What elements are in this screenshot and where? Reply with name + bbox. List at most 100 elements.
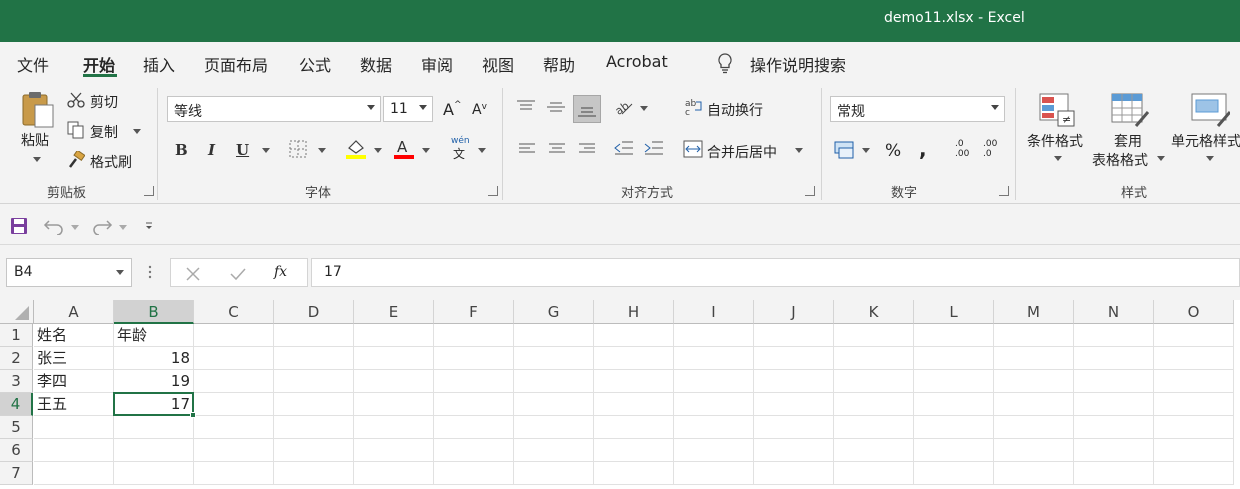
cell-b3[interactable]: 19 [114, 370, 194, 393]
column-header-m[interactable]: M [994, 300, 1074, 324]
row-header-6[interactable]: 6 [0, 439, 33, 462]
cell-a1[interactable]: 姓名 [34, 324, 114, 347]
cell-i2[interactable] [674, 347, 754, 370]
underline-dropdown[interactable] [262, 148, 270, 153]
decrease-indent-icon[interactable] [614, 140, 634, 158]
cell-f3[interactable] [434, 370, 514, 393]
column-header-e[interactable]: E [354, 300, 434, 324]
cell-f4[interactable] [434, 393, 514, 416]
tab-help[interactable]: 帮助 [543, 52, 575, 76]
cell-g4[interactable] [514, 393, 594, 416]
italic-button[interactable]: I [208, 141, 215, 159]
column-header-l[interactable]: L [914, 300, 994, 324]
bold-button[interactable]: B [175, 141, 188, 159]
cell-o1[interactable] [1154, 324, 1234, 347]
cell-b5[interactable] [114, 416, 194, 439]
cell-h2[interactable] [594, 347, 674, 370]
increase-font-size-icon[interactable]: A^ [443, 100, 462, 119]
tab-formulas[interactable]: 公式 [299, 52, 331, 76]
cell-a4[interactable]: 王五 [34, 393, 114, 416]
select-all-corner[interactable] [0, 300, 34, 324]
cell-h7[interactable] [594, 462, 674, 485]
cell-i5[interactable] [674, 416, 754, 439]
formula-input[interactable]: 17 [311, 258, 1240, 287]
cell-j4[interactable] [754, 393, 834, 416]
cell-n1[interactable] [1074, 324, 1154, 347]
format-as-table-button[interactable]: 表格格式 [1092, 150, 1148, 170]
row-header-1[interactable]: 1 [0, 324, 33, 347]
align-top-icon[interactable] [516, 99, 536, 115]
align-bottom-button[interactable] [573, 95, 601, 123]
tab-insert[interactable]: 插入 [143, 52, 175, 76]
cell-k4[interactable] [834, 393, 914, 416]
row-header-5[interactable]: 5 [0, 416, 33, 439]
cell-f6[interactable] [434, 439, 514, 462]
cell-e3[interactable] [354, 370, 434, 393]
row-header-7[interactable]: 7 [0, 462, 33, 485]
align-left-icon[interactable] [518, 142, 536, 156]
cell-m4[interactable] [994, 393, 1074, 416]
cell-n7[interactable] [1074, 462, 1154, 485]
conditional-formatting-dropdown[interactable] [1054, 156, 1062, 161]
cell-e2[interactable] [354, 347, 434, 370]
align-middle-icon[interactable] [546, 99, 566, 115]
cell-l1[interactable] [914, 324, 994, 347]
redo-dropdown[interactable] [119, 225, 127, 230]
font-name-select[interactable]: 等线 [167, 96, 381, 122]
lightbulb-icon[interactable] [716, 52, 734, 74]
cell-e1[interactable] [354, 324, 434, 347]
cell-j2[interactable] [754, 347, 834, 370]
cell-e4[interactable] [354, 393, 434, 416]
decrease-decimal-button[interactable]: .00 .0 [983, 139, 997, 159]
cell-l3[interactable] [914, 370, 994, 393]
cell-e6[interactable] [354, 439, 434, 462]
text-orientation-icon[interactable]: ab [614, 98, 634, 116]
font-size-select[interactable]: 11 [383, 96, 433, 122]
cell-a7[interactable] [34, 462, 114, 485]
cell-d3[interactable] [274, 370, 354, 393]
cell-d5[interactable] [274, 416, 354, 439]
cell-d1[interactable] [274, 324, 354, 347]
number-format-select[interactable]: 常规 [830, 96, 1005, 122]
cell-b2[interactable]: 18 [114, 347, 194, 370]
cell-l7[interactable] [914, 462, 994, 485]
cell-i4[interactable] [674, 393, 754, 416]
phonetic-guide-dropdown[interactable] [478, 148, 486, 153]
column-header-f[interactable]: F [434, 300, 514, 324]
cell-k1[interactable] [834, 324, 914, 347]
paste-dropdown[interactable] [33, 157, 41, 162]
column-header-g[interactable]: G [514, 300, 594, 324]
cell-j3[interactable] [754, 370, 834, 393]
cell-m1[interactable] [994, 324, 1074, 347]
cell-a3[interactable]: 李四 [34, 370, 114, 393]
cell-o3[interactable] [1154, 370, 1234, 393]
cell-j1[interactable] [754, 324, 834, 347]
redo-icon[interactable] [91, 217, 113, 235]
cell-d4[interactable] [274, 393, 354, 416]
accounting-dropdown[interactable] [862, 148, 870, 153]
row-header-4[interactable]: 4 [0, 393, 33, 416]
wrap-text-button[interactable]: 自动换行 [707, 100, 763, 120]
cell-m3[interactable] [994, 370, 1074, 393]
cell-c3[interactable] [194, 370, 274, 393]
worksheet-grid[interactable]: ABCDEFGHIJKLMNO 1234567 姓名 年龄 张三 18 李四 19 王五 17 [0, 300, 1240, 489]
cell-c7[interactable] [194, 462, 274, 485]
increase-decimal-button[interactable]: .0 .00 [955, 139, 969, 159]
cell-g1[interactable] [514, 324, 594, 347]
cell-o7[interactable] [1154, 462, 1234, 485]
cell-b7[interactable] [114, 462, 194, 485]
fill-handle[interactable] [190, 412, 196, 418]
cell-i1[interactable] [674, 324, 754, 347]
cell-i7[interactable] [674, 462, 754, 485]
align-center-icon[interactable] [548, 142, 566, 156]
cell-styles-dropdown[interactable] [1206, 156, 1214, 161]
cell-h1[interactable] [594, 324, 674, 347]
fill-color-dropdown[interactable] [374, 148, 382, 153]
column-header-n[interactable]: N [1074, 300, 1154, 324]
phonetic-guide-bottom[interactable]: 文 [453, 145, 465, 162]
cell-f7[interactable] [434, 462, 514, 485]
name-box[interactable]: B4 [6, 258, 132, 287]
cut-button[interactable]: 剪切 [90, 92, 118, 112]
cell-d7[interactable] [274, 462, 354, 485]
align-right-icon[interactable] [578, 142, 596, 156]
